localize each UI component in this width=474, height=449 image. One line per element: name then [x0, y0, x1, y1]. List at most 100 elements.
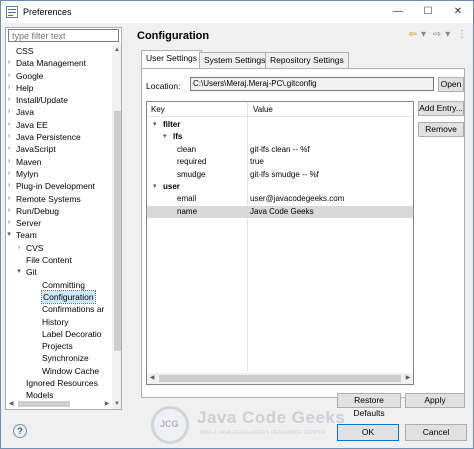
collapsed-arrow-icon[interactable]: › [6, 106, 13, 118]
preferences-app-icon [6, 6, 18, 18]
table-row[interactable]: required true [147, 156, 413, 168]
tree-item[interactable]: › JavaScript [6, 143, 110, 155]
config-entries-table: Key Value ▾ filter ▾ lfs clean git-lfs clean … [146, 101, 414, 385]
tree-item[interactable]: › Google [6, 70, 110, 82]
open-button[interactable]: Open [438, 77, 464, 92]
scroll-thumb[interactable] [159, 375, 401, 382]
tree-item[interactable]: CSS [6, 45, 110, 57]
collapsed-arrow-icon[interactable]: › [6, 180, 13, 192]
tree-item[interactable]: › Help [6, 82, 110, 94]
table-row[interactable]: name Java Code Geeks [147, 205, 413, 218]
tree-item[interactable]: ▾ Git [6, 266, 110, 278]
tree-item[interactable]: › Remote Systems [6, 193, 110, 205]
collapsed-arrow-icon[interactable]: › [6, 217, 13, 229]
expanded-arrow-icon[interactable]: ▾ [15, 266, 23, 278]
close-button[interactable]: ✕ [443, 1, 473, 23]
tree-item[interactable]: › CVS [6, 242, 110, 254]
tree-vertical-scrollbar[interactable]: ▲ ▼ [112, 45, 121, 409]
table-row[interactable]: ▾ user [147, 181, 413, 193]
scroll-down-arrow-icon[interactable]: ▼ [112, 399, 121, 409]
tree-item-label: CVS [26, 242, 44, 253]
tree-item[interactable]: Projects [6, 340, 110, 352]
help-icon[interactable]: ? [13, 424, 27, 438]
expanded-arrow-icon[interactable]: ▾ [163, 131, 167, 143]
window-title: Preferences [23, 7, 72, 17]
scroll-right-arrow-icon[interactable]: ▶ [102, 399, 112, 409]
tree-item[interactable]: › Java [6, 106, 110, 118]
tab-repository-settings[interactable]: Repository Settings [265, 52, 349, 68]
table-row[interactable]: ▾ lfs [147, 131, 413, 143]
tree-item[interactable]: Confirmations ar [6, 303, 110, 315]
scroll-thumb[interactable] [114, 111, 121, 351]
tree-item[interactable]: File Content [6, 254, 110, 266]
filter-input[interactable] [8, 29, 119, 42]
user-settings-panel: Location: C:\Users\Meraj.Meraj-PC\.gitco… [141, 68, 465, 398]
configuration-page: Configuration ⇦ ▾ ⇨ ▾ ⋮ User Settings Syst… [131, 26, 471, 418]
collapsed-arrow-icon[interactable]: › [6, 205, 13, 217]
maximize-button[interactable]: ☐ [413, 1, 443, 23]
forward-dropdown-icon[interactable]: ▾ [445, 29, 450, 40]
title-bar: Preferences — ☐ ✕ [1, 1, 473, 23]
scroll-left-arrow-icon[interactable]: ◀ [147, 373, 157, 384]
tree-item-label: Window Cache [42, 365, 100, 376]
tree-horizontal-scrollbar[interactable]: ◀ ▶ [6, 399, 112, 409]
expanded-arrow-icon[interactable]: ▾ [153, 181, 157, 193]
tab-user-settings[interactable]: User Settings [141, 50, 203, 68]
tree-item[interactable]: › Java Persistence [6, 131, 110, 143]
collapsed-arrow-icon[interactable]: › [6, 94, 13, 106]
tree-item[interactable]: Committing [6, 279, 110, 291]
collapsed-arrow-icon[interactable]: › [6, 119, 13, 131]
table-row[interactable]: ▾ filter [147, 119, 413, 131]
tree-item[interactable]: Label Decoratio [6, 328, 110, 340]
back-dropdown-icon[interactable]: ▾ [421, 29, 426, 40]
expanded-arrow-icon[interactable]: ▾ [6, 229, 13, 241]
collapsed-arrow-icon[interactable]: › [6, 57, 13, 69]
tree-item[interactable]: › Run/Debug [6, 205, 110, 217]
collapsed-arrow-icon[interactable]: › [6, 82, 13, 94]
tree-item[interactable]: History [6, 316, 110, 328]
collapsed-arrow-icon[interactable]: › [15, 242, 23, 254]
collapsed-arrow-icon[interactable]: › [6, 156, 13, 168]
back-arrow-icon[interactable]: ⇦ [409, 29, 417, 40]
tree-item[interactable]: › Java EE [6, 119, 110, 131]
ok-button[interactable]: OK [337, 424, 399, 441]
column-header-key[interactable]: Key [151, 105, 165, 114]
collapsed-arrow-icon[interactable]: › [6, 168, 13, 180]
collapsed-arrow-icon[interactable]: › [6, 143, 13, 155]
column-header-value[interactable]: Value [253, 105, 273, 114]
collapsed-arrow-icon[interactable]: › [6, 193, 13, 205]
cancel-button[interactable]: Cancel [405, 424, 467, 441]
scroll-thumb[interactable] [18, 401, 70, 407]
view-menu-icon[interactable]: ⋮ [457, 29, 467, 40]
table-row[interactable]: smudge git-lfs smudge -- %f [147, 169, 413, 181]
tree-item-label: Data Management [16, 58, 86, 69]
minimize-button[interactable]: — [383, 1, 413, 23]
tree-item[interactable]: › Install/Update [6, 94, 110, 106]
remove-button[interactable]: Remove [418, 122, 464, 137]
restore-defaults-button[interactable]: Restore Defaults [337, 393, 401, 418]
tree-item[interactable]: Configuration [6, 289, 110, 305]
table-horizontal-scrollbar[interactable]: ◀ ▶ [147, 373, 413, 384]
expanded-arrow-icon[interactable]: ▾ [153, 119, 157, 131]
tree-item[interactable]: Ignored Resources [6, 377, 110, 389]
collapsed-arrow-icon[interactable]: › [6, 70, 13, 82]
tree-item[interactable]: › Maven [6, 156, 110, 168]
add-entry-button[interactable]: Add Entry... [418, 101, 464, 116]
forward-arrow-icon[interactable]: ⇨ [433, 29, 441, 40]
scroll-up-arrow-icon[interactable]: ▲ [112, 45, 121, 55]
table-row[interactable]: email user@javacodegeeks.com [147, 193, 413, 205]
tree-item[interactable]: ▾ Team [6, 229, 110, 241]
tree-item[interactable]: › Data Management [6, 57, 110, 69]
tab-system-settings[interactable]: System Settings [199, 52, 271, 68]
tree-item[interactable]: Window Cache [6, 365, 110, 377]
tree-item[interactable]: › Server [6, 217, 110, 229]
scroll-left-arrow-icon[interactable]: ◀ [6, 399, 16, 409]
tree-item[interactable]: › Mylyn [6, 168, 110, 180]
location-field[interactable]: C:\Users\Meraj.Meraj-PC\.gitconfig [190, 77, 434, 91]
scroll-right-arrow-icon[interactable]: ▶ [403, 373, 413, 384]
tree-item[interactable]: Synchronize [6, 352, 110, 364]
apply-button[interactable]: Apply [405, 393, 465, 408]
table-row[interactable]: clean git-lfs clean -- %f [147, 144, 413, 156]
tree-item[interactable]: › Plug-in Development [6, 180, 110, 192]
collapsed-arrow-icon[interactable]: › [6, 131, 13, 143]
